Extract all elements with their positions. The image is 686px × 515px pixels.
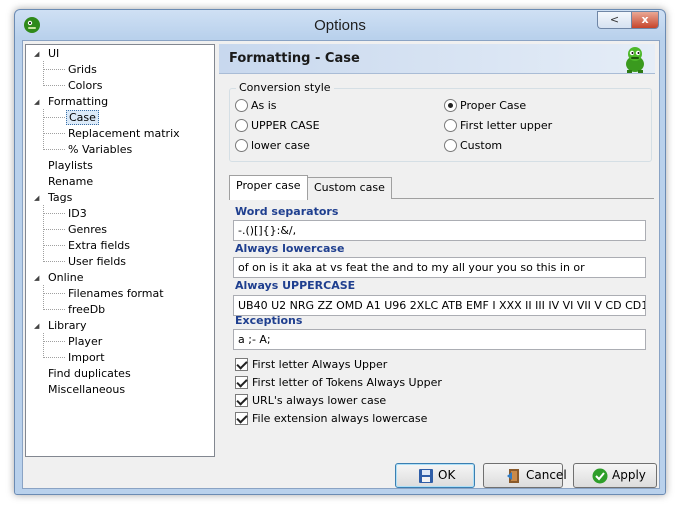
tree-node-rename[interactable]: Rename	[46, 174, 95, 190]
cancel-button[interactable]: Cancel	[483, 463, 567, 488]
back-button[interactable]: <	[597, 11, 631, 29]
radio-circle-icon[interactable]	[235, 119, 248, 132]
exceptions-input[interactable]: a ;- A;	[233, 329, 646, 350]
radio-circle-icon[interactable]	[444, 139, 457, 152]
save-disk-icon	[419, 469, 433, 483]
check-circle-icon	[592, 468, 608, 484]
always-lowercase-label: Always lowercase	[235, 242, 345, 255]
tab-custom-case[interactable]: Custom case	[307, 177, 392, 199]
radio-circle-icon[interactable]	[235, 139, 248, 152]
mascot-logo-icon	[626, 47, 644, 73]
collapse-icon[interactable]: ◢	[34, 274, 42, 282]
radio-as-is[interactable]: As is	[235, 98, 277, 114]
tree-node-library[interactable]: ◢ Library	[32, 318, 88, 334]
tree-node-replacement-matrix[interactable]: Replacement matrix	[66, 126, 182, 142]
checkbox-first-letter-upper[interactable]: First letter Always Upper	[235, 357, 387, 373]
tree-node-case[interactable]: Case	[66, 110, 99, 126]
options-window: Options < x ◢ UI Grids Colors ◢ Formatti…	[14, 9, 666, 495]
close-button[interactable]: x	[631, 11, 659, 29]
case-tabs: Proper case Custom case	[229, 175, 654, 200]
tree-node-ui[interactable]: ◢ UI	[32, 46, 61, 62]
collapse-icon[interactable]: ◢	[34, 322, 42, 330]
tree-node-player[interactable]: Player	[66, 334, 104, 350]
dialog-button-bar: OK Cancel Apply	[23, 460, 659, 490]
tree-node-filenames-format[interactable]: Filenames format	[66, 286, 166, 302]
radio-custom[interactable]: Custom	[444, 138, 502, 154]
exceptions-label: Exceptions	[235, 314, 303, 327]
checkbox-checked-icon[interactable]	[235, 358, 248, 371]
tree-node-variables[interactable]: % Variables	[66, 142, 134, 158]
radio-proper-case[interactable]: Proper Case	[444, 98, 526, 114]
radio-upper-case[interactable]: UPPER CASE	[235, 118, 320, 134]
word-separators-input[interactable]: -.()[]{}:&/,	[233, 220, 646, 241]
tree-node-formatting[interactable]: ◢ Formatting	[32, 94, 110, 110]
checkbox-file-ext-lower[interactable]: File extension always lowercase	[235, 411, 427, 427]
tree-node-user-fields[interactable]: User fields	[66, 254, 128, 270]
title-bar: Options < x	[15, 10, 665, 40]
collapse-icon[interactable]: ◢	[34, 50, 42, 58]
radio-lower-case[interactable]: lower case	[235, 138, 310, 154]
checkbox-urls-lower[interactable]: URL's always lower case	[235, 393, 386, 409]
tree-node-miscellaneous[interactable]: Miscellaneous	[46, 382, 127, 398]
radio-first-letter-upper[interactable]: First letter upper	[444, 118, 552, 134]
radio-circle-icon[interactable]	[444, 119, 457, 132]
tree-node-find-duplicates[interactable]: Find duplicates	[46, 366, 133, 382]
panel-title: Formatting - Case	[229, 51, 360, 66]
tree-node-import[interactable]: Import	[66, 350, 107, 366]
ok-button[interactable]: OK	[395, 463, 475, 488]
checkbox-checked-icon[interactable]	[235, 376, 248, 389]
window-title: Options	[314, 17, 366, 34]
checkbox-first-letter-tokens[interactable]: First letter of Tokens Always Upper	[235, 375, 442, 391]
panel-header: Formatting - Case	[219, 44, 655, 74]
always-uppercase-label: Always UPPERCASE	[235, 279, 356, 292]
tree-node-extra-fields[interactable]: Extra fields	[66, 238, 132, 254]
always-uppercase-input[interactable]: UB40 U2 NRG ZZ OMD A1 U96 2XLC ATB EMF I…	[233, 295, 646, 316]
tree-node-tags[interactable]: ◢ Tags	[32, 190, 74, 206]
tree-node-id3[interactable]: ID3	[66, 206, 89, 222]
client-area: ◢ UI Grids Colors ◢ Formatting Case Repl…	[22, 40, 660, 489]
checkbox-checked-icon[interactable]	[235, 394, 248, 407]
collapse-icon[interactable]: ◢	[34, 98, 42, 106]
tree-node-playlists[interactable]: Playlists	[46, 158, 95, 174]
tree-node-colors[interactable]: Colors	[66, 78, 104, 94]
collapse-icon[interactable]: ◢	[34, 194, 42, 202]
tab-proper-case[interactable]: Proper case	[229, 175, 308, 200]
always-lowercase-input[interactable]: of on is it aka at vs feat the and to my…	[233, 257, 646, 278]
conversion-style-label: Conversion style	[236, 81, 334, 94]
settings-panel: Formatting - Case Conversion style As is…	[219, 44, 655, 457]
tree-node-online[interactable]: ◢ Online	[32, 270, 85, 286]
tree-node-freedb[interactable]: freeDb	[66, 302, 107, 318]
options-tree[interactable]: ◢ UI Grids Colors ◢ Formatting Case Repl…	[25, 44, 215, 457]
apply-button[interactable]: Apply	[573, 463, 657, 488]
word-separators-label: Word separators	[235, 205, 339, 218]
exit-door-icon	[507, 469, 519, 483]
tree-node-genres[interactable]: Genres	[66, 222, 109, 238]
checkbox-checked-icon[interactable]	[235, 412, 248, 425]
conversion-style-group: Conversion style As is UPPER CASE lower …	[229, 81, 652, 162]
radio-circle-icon[interactable]	[235, 99, 248, 112]
radio-selected-icon[interactable]	[444, 99, 457, 112]
tree-node-grids[interactable]: Grids	[66, 62, 99, 78]
